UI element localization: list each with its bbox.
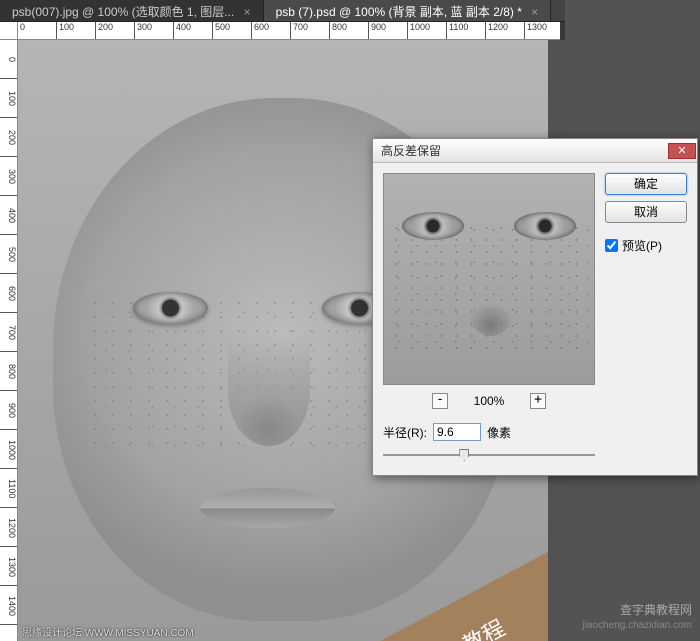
ruler-tick: 200: [96, 22, 135, 39]
ruler-tick: 0: [18, 22, 57, 39]
filter-preview[interactable]: [383, 173, 595, 385]
close-icon[interactable]: ×: [531, 5, 538, 19]
ruler-tick: 1300: [525, 22, 560, 39]
radius-label: 半径(R):: [383, 424, 427, 441]
close-icon[interactable]: ×: [244, 5, 251, 19]
zoom-out-button[interactable]: -: [432, 393, 448, 409]
ruler-tick: 1000: [408, 22, 447, 39]
ruler-tick: 1400: [0, 586, 17, 625]
tutorial-ribbon: Lao Yue Xin 教程: [308, 521, 548, 641]
ruler-tick: 700: [291, 22, 330, 39]
horizontal-ruler[interactable]: 0100200300400500600700800900100011001200…: [18, 22, 560, 40]
radius-unit: 像素: [487, 424, 511, 441]
zoom-value: 100%: [468, 394, 510, 408]
dialog-close-button[interactable]: ✕: [668, 143, 696, 159]
ruler-tick: 600: [252, 22, 291, 39]
ribbon-label: 教程: [456, 610, 510, 641]
slider-thumb[interactable]: [459, 449, 469, 461]
cancel-button[interactable]: 取消: [605, 201, 687, 223]
ruler-tick: 1000: [0, 430, 17, 469]
ruler-origin[interactable]: [0, 22, 18, 40]
high-pass-dialog: 高反差保留 ✕ - 100% + 半径(R): 像素: [372, 138, 698, 476]
ruler-tick: 700: [0, 313, 17, 352]
ruler-tick: 400: [174, 22, 213, 39]
ruler-tick: 900: [0, 391, 17, 430]
footer-credit: 思缘设计论坛 WWW.MISSYUAN.COM: [22, 624, 194, 639]
preview-checkbox[interactable]: [605, 239, 618, 252]
ruler-tick: 500: [213, 22, 252, 39]
ruler-tick: 100: [57, 22, 96, 39]
ruler-tick: 500: [0, 235, 17, 274]
ruler-tick: 300: [0, 157, 17, 196]
ok-button[interactable]: 确定: [605, 173, 687, 195]
radius-input[interactable]: [433, 423, 481, 441]
ruler-tick: 1200: [486, 22, 525, 39]
watermark-title: 查字典教程网: [582, 602, 692, 619]
dialog-titlebar[interactable]: 高反差保留 ✕: [373, 139, 697, 163]
radius-slider[interactable]: [383, 447, 595, 465]
preview-checkbox-label: 预览(P): [622, 237, 662, 254]
ruler-tick: 300: [135, 22, 174, 39]
document-tab-1[interactable]: psb(007).jpg @ 100% (选取颜色 1, 图层... ×: [0, 0, 264, 21]
tab-label: psb(007).jpg @ 100% (选取颜色 1, 图层...: [12, 5, 234, 19]
ruler-tick: 1200: [0, 508, 17, 547]
site-watermark: 查字典教程网 jiaocheng.chazidian.com: [582, 602, 692, 633]
watermark-url: jiaocheng.chazidian.com: [582, 619, 692, 633]
ruler-tick: 1100: [0, 469, 17, 508]
vertical-ruler[interactable]: 0100200300400500600700800900100011001200…: [0, 40, 18, 641]
ruler-tick: 1300: [0, 547, 17, 586]
ruler-tick: 800: [330, 22, 369, 39]
ruler-tick: 1100: [447, 22, 486, 39]
zoom-in-button[interactable]: +: [530, 393, 546, 409]
tab-label: psb (7).psd @ 100% (背景 副本, 蓝 副本 2/8) *: [276, 5, 522, 19]
ruler-tick: 200: [0, 118, 17, 157]
ruler-tick: 800: [0, 352, 17, 391]
ruler-tick: 0: [0, 40, 17, 79]
ruler-tick: 900: [369, 22, 408, 39]
ruler-tick: 600: [0, 274, 17, 313]
dialog-title-text: 高反差保留: [381, 142, 441, 159]
ruler-tick: 400: [0, 196, 17, 235]
preview-checkbox-row[interactable]: 预览(P): [605, 237, 687, 254]
ruler-tick: 100: [0, 79, 17, 118]
document-tab-2[interactable]: psb (7).psd @ 100% (背景 副本, 蓝 副本 2/8) * ×: [264, 0, 552, 21]
